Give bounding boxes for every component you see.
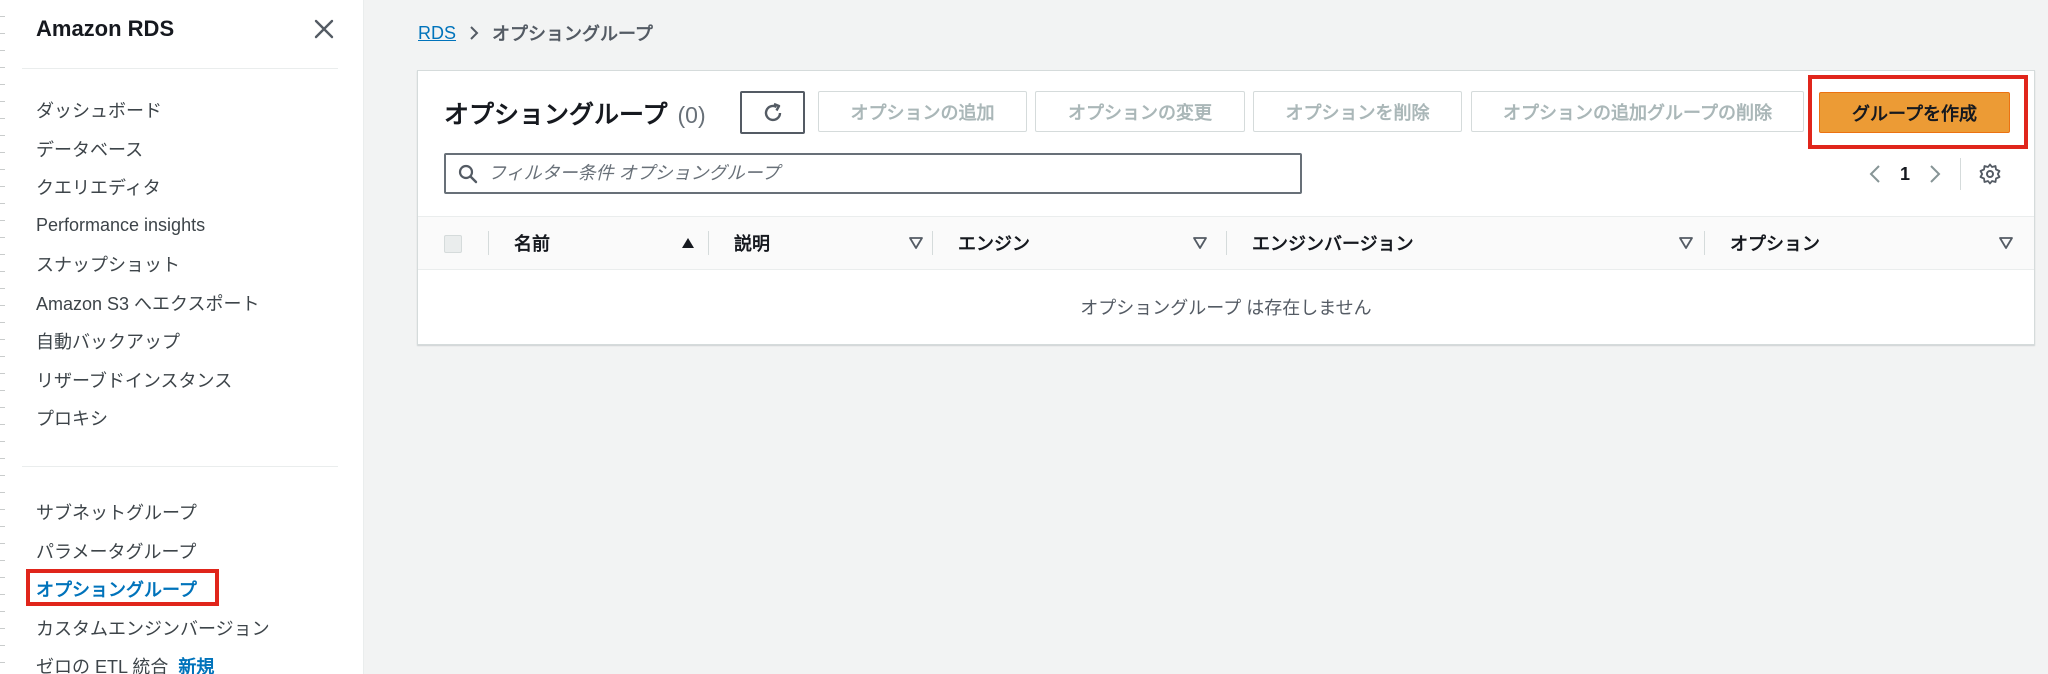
- column-separator: [708, 231, 709, 255]
- pagination: 1: [1858, 155, 2007, 193]
- column-label: エンジン: [958, 234, 1030, 254]
- delete-option-button[interactable]: オプションを削除: [1253, 91, 1462, 132]
- close-sidebar-button[interactable]: [311, 16, 337, 42]
- column-separator: [932, 231, 933, 255]
- column-header-options[interactable]: オプション: [1730, 217, 2014, 269]
- sidebar-item-databases[interactable]: データベース: [36, 130, 260, 169]
- refresh-button[interactable]: [740, 91, 805, 134]
- chevron-right-icon: [1930, 165, 1941, 183]
- current-page-number[interactable]: 1: [1892, 164, 1918, 185]
- column-label: エンジンバージョン: [1252, 234, 1414, 254]
- search-icon: [458, 164, 478, 183]
- item-count: (0): [677, 102, 706, 128]
- page-title: オプショングループ (0): [444, 95, 706, 129]
- sidebar-item-dashboard[interactable]: ダッシュボード: [36, 91, 260, 130]
- search-input[interactable]: [488, 155, 1300, 192]
- add-option-button[interactable]: オプションの追加: [818, 91, 1027, 132]
- sidebar-item-automated-backups[interactable]: 自動バックアップ: [36, 322, 260, 361]
- sidebar-header: Amazon RDS: [36, 14, 337, 44]
- sidebar-divider: [22, 68, 338, 69]
- sidebar-edge-ticks: [0, 0, 8, 674]
- breadcrumb: RDS オプショングループ: [418, 20, 653, 46]
- previous-page-button[interactable]: [1858, 157, 1892, 191]
- panel-title: オプショングループ: [444, 101, 668, 129]
- chevron-right-icon: [468, 25, 480, 41]
- sidebar-divider: [22, 466, 338, 467]
- sidebar-item-custom-engine-versions[interactable]: カスタムエンジンバージョン: [36, 609, 270, 648]
- sidebar-nav-secondary: サブネットグループ パラメータグループ オプショングループ カスタムエンジンバー…: [36, 493, 270, 674]
- sidebar-item-s3-export[interactable]: Amazon S3 へエクスポート: [36, 284, 260, 323]
- close-icon: [314, 19, 334, 39]
- column-label: 説明: [734, 234, 770, 254]
- column-separator: [488, 231, 489, 255]
- modify-option-button[interactable]: オプションの変更: [1035, 91, 1245, 132]
- select-all-checkbox[interactable]: [444, 235, 462, 253]
- column-header-engine-version[interactable]: エンジンバージョン: [1252, 217, 1694, 269]
- sort-ascending-icon: [682, 238, 694, 248]
- sidebar-item-query-editor[interactable]: クエリエディタ: [36, 168, 260, 207]
- next-page-button[interactable]: [1918, 157, 1952, 191]
- option-groups-panel: オプショングループ (0) オプションの追加 オプションの変更 オプションを削除…: [417, 70, 2035, 345]
- sidebar-nav: ダッシュボード データベース クエリエディタ Performance insig…: [36, 91, 260, 438]
- breadcrumb-rds-link[interactable]: RDS: [418, 23, 456, 44]
- sidebar-title: Amazon RDS: [36, 16, 175, 41]
- new-badge: 新規: [178, 657, 215, 674]
- sidebar-item-snapshots[interactable]: スナップショット: [36, 245, 260, 284]
- sort-icon: [909, 237, 923, 249]
- column-header-engine[interactable]: エンジン: [958, 217, 1208, 269]
- table-header: 名前 説明 エンジン エンジンバージョン オプション: [418, 216, 2034, 270]
- sort-icon: [1193, 237, 1207, 249]
- column-label: 名前: [514, 234, 550, 254]
- sidebar-item-label: ゼロの ETL 統合: [36, 657, 169, 674]
- column-separator: [1226, 231, 1227, 255]
- create-group-button[interactable]: グループを作成: [1819, 92, 2010, 133]
- delete-group-button[interactable]: オプションの追加グループの削除: [1471, 91, 1804, 132]
- chevron-left-icon: [1869, 165, 1880, 183]
- pagination-divider: [1960, 158, 1961, 190]
- search-field[interactable]: [444, 153, 1302, 194]
- column-header-description[interactable]: 説明: [734, 217, 924, 269]
- column-label: オプション: [1730, 234, 1820, 254]
- sort-icon: [1999, 237, 2013, 249]
- refresh-icon: [764, 102, 781, 121]
- gear-icon: [1979, 163, 2001, 185]
- sidebar-item-reserved-instances[interactable]: リザーブドインスタンス: [36, 361, 260, 400]
- preferences-button[interactable]: [1973, 157, 2007, 191]
- sidebar-item-proxies[interactable]: プロキシ: [36, 399, 260, 438]
- breadcrumb-current: オプショングループ: [492, 24, 653, 44]
- sidebar-item-parameter-groups[interactable]: パラメータグループ: [36, 532, 270, 571]
- column-separator: [1704, 231, 1705, 255]
- empty-state-message: オプショングループ は存在しません: [1080, 298, 1372, 318]
- sort-icon: [1679, 237, 1693, 249]
- sidebar-item-subnet-groups[interactable]: サブネットグループ: [36, 493, 270, 532]
- column-header-name[interactable]: 名前: [514, 217, 696, 269]
- sidebar-item-performance-insights[interactable]: Performance insights: [36, 207, 260, 246]
- sidebar-item-option-groups[interactable]: オプショングループ: [36, 570, 270, 609]
- sidebar-item-zero-etl[interactable]: ゼロの ETL 統合 新規: [36, 647, 270, 674]
- sidebar: Amazon RDS ダッシュボード データベース クエリエディタ Perfor…: [0, 0, 364, 674]
